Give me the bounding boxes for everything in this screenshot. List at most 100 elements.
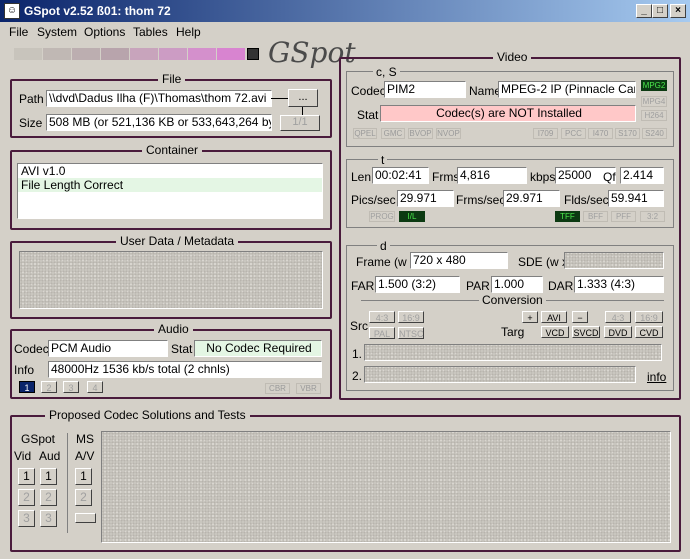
targ-4-3-button[interactable]: 4:3 [605,311,631,323]
menu-file[interactable]: File [9,25,28,39]
mpg4-tag: MPG4 [641,96,667,107]
title-bar[interactable]: ☺ GSpot v2.52 ß01: thom 72 _ □ × [0,0,690,22]
close-button[interactable]: × [670,4,686,18]
audio-stat-label: Stat [171,342,193,356]
vid-solution-button[interactable]: 2 [18,489,35,506]
frame-field[interactable]: 720 x 480 [410,252,508,269]
d-title: d [377,239,390,253]
vbr-flag: VBR [296,383,321,394]
frms-sec-field[interactable]: 29.971 [503,190,560,207]
palette-swatch[interactable] [217,48,245,60]
maximize-button[interactable]: □ [652,4,668,18]
size-label: Size [19,116,43,130]
conversion-row-1[interactable] [364,344,662,361]
palette-swatch[interactable] [159,48,187,60]
video-name-field[interactable]: MPEG-2 IP (Pinnacle Cards) [498,81,636,98]
conversion-row-2-label: 2. [352,369,363,383]
tff-tag: TFF [555,211,580,222]
dar-label: DAR [548,279,574,293]
audio-stream-button[interactable]: 3 [63,381,79,393]
vid-solution-button[interactable]: 1 [18,468,35,485]
targ-dvd-button[interactable]: DVD [604,326,632,338]
audio-codec-label: Codec [14,342,49,356]
kbps-label: kbps [530,170,556,184]
audio-codec-field[interactable]: PCM Audio [48,340,168,357]
len-field[interactable]: 00:02:41 [372,167,429,184]
audio-stream-button[interactable]: 1 [19,381,35,393]
src-16-9-button[interactable]: 16:9 [398,311,424,323]
targ-16-9-button[interactable]: 16:9 [635,311,663,323]
flds-sec-field[interactable]: 59.941 [608,190,664,207]
src-4-3-button[interactable]: 4:3 [369,311,395,323]
targ-avi-button[interactable]: AVI [541,311,567,323]
pcc-flag: PCC [561,128,586,139]
pulldown-tag: 3:2 [640,211,665,222]
targ-plus-button[interactable]: + [522,311,538,323]
gspot-app-icon[interactable]: ☺ [4,3,20,19]
container-info-list[interactable]: AVI v1.0 File Length Correct [17,163,323,219]
par-field[interactable]: 1.000 [491,276,543,293]
audio-stream-button[interactable]: 2 [41,381,57,393]
targ-vcd-button[interactable]: VCD [541,326,569,338]
palette-selector-icon[interactable] [247,48,259,60]
video-codec-field[interactable]: PIM2 [384,81,466,98]
browse-button[interactable]: ... [288,89,318,107]
aud-solution-button[interactable]: 3 [40,510,57,527]
sde-field[interactable] [564,252,664,269]
src-ntsc-button[interactable]: NTSC [398,327,424,339]
src-label: Src [350,319,368,333]
i470-flag: I470 [588,128,613,139]
size-field[interactable]: 508 MB (or 521,136 KB or 533,643,264 byt… [46,114,272,131]
pics-sec-field[interactable]: 29.971 [397,190,454,207]
targ-cvd-button[interactable]: CVD [635,326,663,338]
frms-field[interactable]: 4,816 [457,167,527,184]
minimize-button[interactable]: _ [636,4,652,18]
proposed-group-title: Proposed Codec Solutions and Tests [45,408,250,422]
qf-field[interactable]: 2.414 [620,167,664,184]
bff-tag: BFF [583,211,608,222]
video-codec-label: Codec [351,84,386,98]
audio-info-field[interactable]: 48000Hz 1536 kb/s total (2 chnls) [48,361,322,378]
path-connector [271,98,288,99]
prog-tag: PROG [369,211,395,222]
aud-solution-button[interactable]: 1 [40,468,57,485]
path-field[interactable]: \\dvd\Dadus Ilha (F)\Thomas\thom 72.avi [46,90,272,107]
conversion-title: Conversion [479,293,546,307]
info-link[interactable]: info [647,370,666,384]
dar-field[interactable]: 1.333 (4:3) [574,276,664,293]
video-group-title: Video [493,50,532,64]
aud-label: Aud [39,449,61,463]
src-pal-button[interactable]: PAL [369,327,395,339]
palette-swatch[interactable] [43,48,71,60]
video-stat-field[interactable]: Codec(s) are NOT Installed [380,105,636,122]
palette-swatch[interactable] [101,48,129,60]
ms-label: MS [76,432,94,446]
targ-minus-button[interactable]: − [572,311,588,323]
palette-swatch[interactable] [188,48,216,60]
ms-av-button[interactable]: 1 [75,468,92,485]
ms-av-button[interactable]: 2 [75,489,92,506]
audio-stream-button[interactable]: 4 [87,381,103,393]
palette-swatch[interactable] [130,48,158,60]
far-field[interactable]: 1.500 (3:2) [375,276,460,293]
aud-solution-button[interactable]: 2 [40,489,57,506]
av-label: A/V [75,449,95,463]
conversion-row-2[interactable] [364,366,636,383]
ms-av-empty-button[interactable] [75,513,96,523]
h264-tag: H264 [641,110,667,121]
userdata-box[interactable] [19,251,323,309]
menu-options[interactable]: Options [84,25,125,39]
palette-swatch[interactable] [14,48,42,60]
menu-system[interactable]: System [37,25,77,39]
file-page-indicator[interactable]: 1/1 [280,115,320,131]
menu-help[interactable]: Help [176,25,201,39]
sde-label: SDE (w x [518,255,569,269]
interlaced-tag: I/L [399,211,425,222]
proposed-results-box[interactable] [101,431,671,543]
menu-tables[interactable]: Tables [133,25,168,39]
container-group-title: Container [142,143,203,157]
audio-stat-field[interactable]: No Codec Required [194,340,322,357]
vid-solution-button[interactable]: 3 [18,510,35,527]
targ-svcd-button[interactable]: SVCD [572,326,600,338]
palette-swatch[interactable] [72,48,100,60]
